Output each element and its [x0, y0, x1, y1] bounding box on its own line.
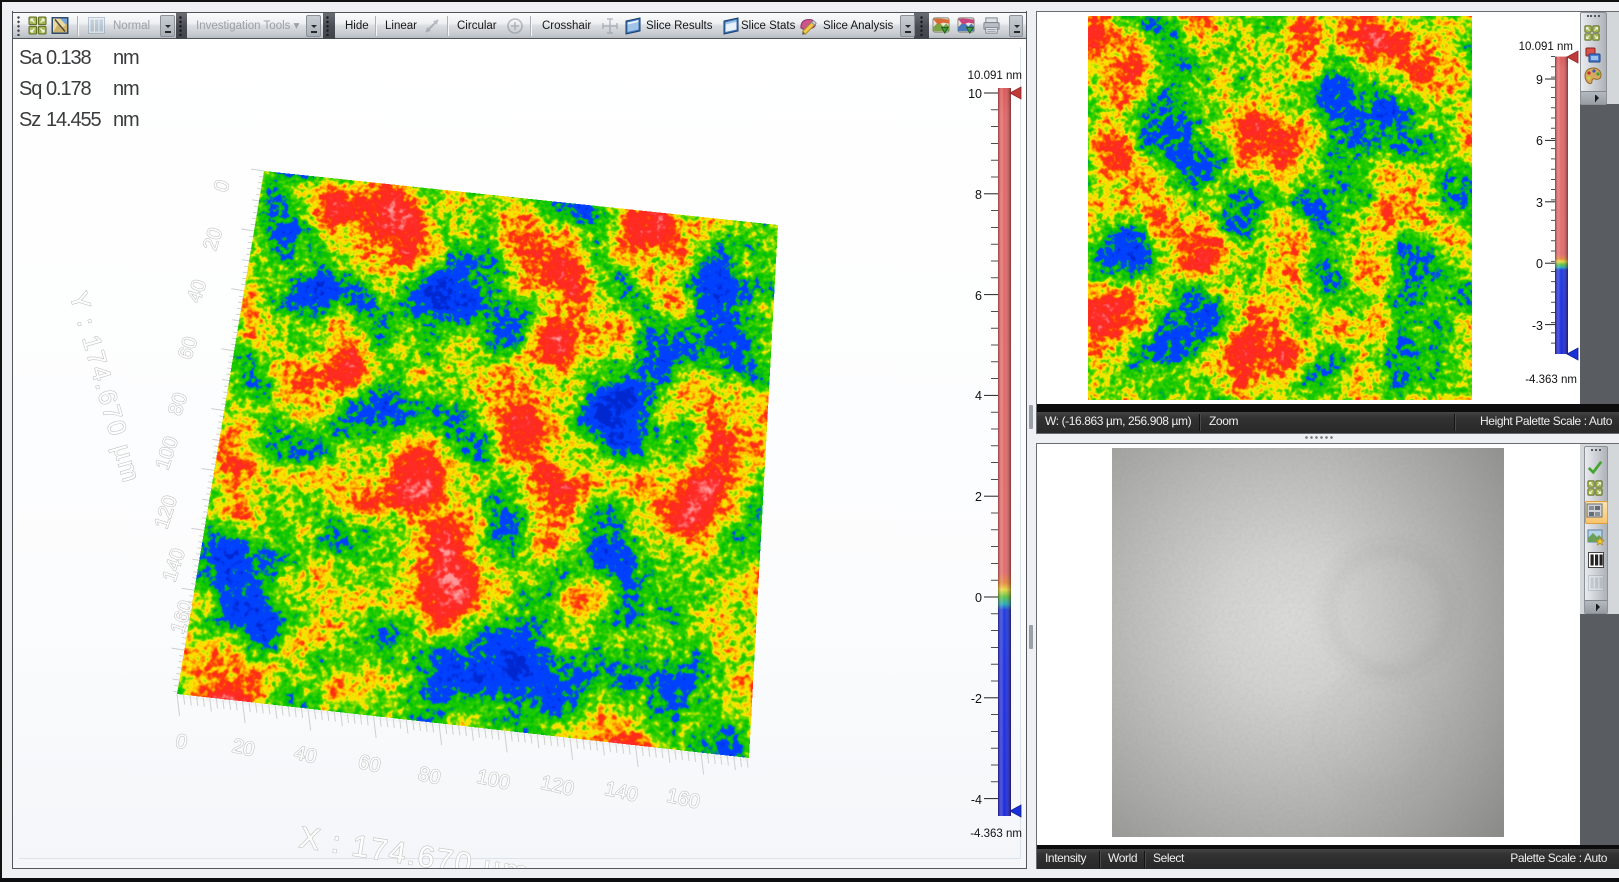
svg-text:2: 2 [975, 490, 982, 504]
svg-text:40: 40 [183, 277, 211, 305]
svg-text:6: 6 [1536, 134, 1543, 148]
svg-text:10.091 nm: 10.091 nm [968, 70, 1022, 82]
svg-text:60: 60 [356, 751, 383, 777]
svg-text:-2: -2 [971, 692, 982, 706]
svg-text:20: 20 [230, 735, 257, 761]
svg-text:160: 160 [665, 785, 702, 814]
svg-text:20: 20 [199, 225, 227, 253]
svg-text:4: 4 [975, 389, 982, 403]
svg-text:0: 0 [173, 730, 189, 754]
svg-text:80: 80 [164, 390, 192, 418]
svg-text:-4: -4 [971, 793, 982, 807]
svg-text:-4.363 nm: -4.363 nm [970, 828, 1022, 840]
svg-text:0: 0 [1536, 257, 1543, 271]
svg-text:100: 100 [152, 434, 183, 473]
svg-text:0: 0 [210, 177, 234, 194]
svg-text:160: 160 [167, 598, 198, 637]
svg-text:X : 174.670 µm: X : 174.670 µm [297, 821, 531, 868]
svg-text:60: 60 [174, 334, 202, 362]
svg-text:-4.363 nm: -4.363 nm [1525, 374, 1577, 386]
svg-text:120: 120 [539, 772, 576, 801]
svg-text:10: 10 [968, 87, 982, 101]
svg-text:40: 40 [292, 742, 319, 768]
svg-text:6: 6 [975, 289, 982, 303]
svg-text:-3: -3 [1532, 319, 1543, 333]
svg-text:140: 140 [603, 778, 640, 807]
svg-text:3: 3 [1536, 196, 1543, 210]
svg-text:Y : 174.670 µm: Y : 174.670 µm [64, 289, 145, 487]
svg-text:9: 9 [1536, 73, 1543, 87]
svg-text:80: 80 [416, 763, 443, 789]
svg-text:10.091 nm: 10.091 nm [1519, 41, 1573, 53]
svg-text:140: 140 [159, 546, 190, 585]
svg-text:8: 8 [975, 188, 982, 202]
svg-text:0: 0 [975, 591, 982, 605]
svg-text:100: 100 [475, 766, 512, 795]
svg-text:120: 120 [151, 493, 182, 532]
